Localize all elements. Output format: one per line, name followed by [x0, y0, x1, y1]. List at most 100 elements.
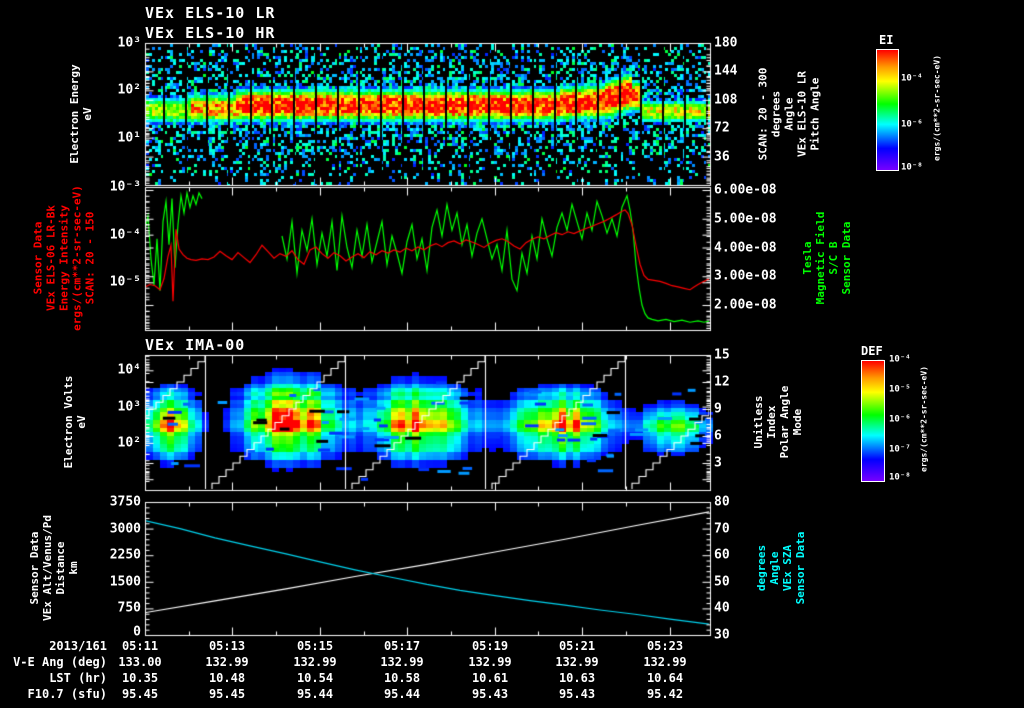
colorbar-units-text: ergs/(cm**2-sr-sec-eV): [919, 366, 929, 472]
rotated-axis-label-line: S/C B: [827, 241, 840, 275]
panel3-title: VEx IMA-00: [145, 336, 246, 354]
time-tick-label: 05:23: [646, 639, 684, 653]
table-cell: 95.44: [383, 687, 421, 701]
rotated-axis-label-line: Angle: [782, 97, 796, 131]
rotated-axis-label-line: Electron Volts: [62, 375, 75, 469]
table-cell: 10.64: [646, 671, 684, 685]
table-row-label: F10.7 (sfu): [27, 687, 107, 701]
table-cell: 132.99: [555, 655, 599, 669]
time-tick-label: 05:13: [208, 639, 246, 653]
table-cell: 10.63: [558, 671, 596, 685]
rotated-axis-label-line: Distance: [54, 541, 67, 595]
ei-colorbar: [876, 49, 899, 171]
y-tick-label: 30: [714, 627, 730, 643]
rotated-axis-label-line: Electron Energy: [68, 64, 81, 164]
rotated-axis-label-line: ergs/(cm**2-sr-sec-eV): [70, 185, 84, 331]
rotated-axis-label-line: Sensor Data: [28, 531, 41, 605]
def-colorbar: [861, 360, 885, 482]
rotated-axis-label: Sensor Data VEx Alt/Venus/Pd Distance km: [28, 515, 80, 621]
y-tick-label: 108: [714, 92, 738, 108]
rotated-axis-label: Sensor Data VEx ELS-06 LR-Bk Energy Intens…: [32, 185, 97, 331]
rotated-axis-label-line: degrees: [769, 90, 783, 138]
y-tick-label: 3000: [109, 521, 141, 537]
colorbar-units-label: ergs/(cm**2-sr-sec-eV): [920, 366, 929, 472]
rotated-axis-label: Electron Volts eV: [62, 376, 88, 469]
colorbar-tick-label: 10⁻⁶: [901, 119, 923, 130]
y-tick-label: 10⁻³: [109, 179, 141, 195]
rotated-axis-label-line: VEx ELS-06 LR-Bk: [44, 205, 58, 311]
y-tick-label: 60: [714, 547, 730, 563]
table-cell: 10.48: [208, 671, 246, 685]
rotated-axis-label-line: Angle: [768, 551, 781, 585]
y-tick-label: 6: [714, 428, 722, 444]
rotated-axis-label-line: eV: [75, 415, 88, 429]
colorbar-tick-label: 10⁻⁴: [889, 354, 911, 365]
colorbar-tick-label: 10⁻⁶: [889, 414, 911, 425]
rotated-axis-label-line: Sensor Data: [794, 531, 807, 605]
table-cell: 95.44: [296, 687, 334, 701]
table-cell: 95.43: [471, 687, 509, 701]
table-cell: 10.35: [121, 671, 159, 685]
table-cell: 132.99: [293, 655, 337, 669]
y-tick-label: 10²: [117, 82, 141, 98]
table-row-label: LST (hr): [49, 671, 107, 685]
y-tick-label: 10³: [117, 35, 141, 51]
ei-colorbar-title: EI: [879, 33, 894, 47]
rotated-axis-label-line: Index: [765, 405, 778, 439]
panel1-title-line1: VEx ELS-10 LR: [145, 4, 276, 22]
y-tick-label: 0: [133, 624, 141, 640]
rotated-axis-label-line: VEx ELS-10 LR: [795, 70, 809, 158]
colorbar-tick-label: 10⁻⁸: [889, 472, 911, 483]
table-cell: 95.42: [646, 687, 684, 701]
table-date-label: 2013/161: [49, 639, 107, 653]
time-tick-label: 05:21: [558, 639, 596, 653]
rotated-axis-label-line: km: [67, 561, 80, 575]
rotated-axis-label-line: Polar Angle: [778, 385, 791, 459]
time-tick-label: 05:17: [383, 639, 421, 653]
rotated-axis-label: Electron Energy eV: [68, 64, 94, 163]
time-tick-label: 05:11: [121, 639, 159, 653]
rotated-axis-label-line: VEx SZA: [781, 544, 794, 592]
y-tick-label: 80: [714, 494, 730, 510]
y-tick-label: 5.00e-08: [714, 211, 777, 227]
colorbar-units-text: ergs/(cm**2-sr-sec-eV): [932, 55, 942, 161]
colorbar-tick-label: 10⁻⁵: [889, 384, 911, 395]
y-tick-label: 3: [714, 455, 722, 471]
y-tick-label: 10⁻⁴: [109, 227, 141, 243]
y-tick-label: 144: [714, 63, 738, 79]
rotated-axis-label-line: degrees: [755, 544, 768, 592]
time-tick-label: 05:15: [296, 639, 334, 653]
y-tick-label: 1500: [109, 574, 141, 590]
table-cell: 10.61: [471, 671, 509, 685]
colorbar-tick-label: 10⁻⁸: [901, 162, 923, 173]
y-tick-label: 180: [714, 35, 738, 51]
rotated-axis-label-line: VEx Alt/Venus/Pd: [41, 515, 54, 621]
table-row-label: V-E Ang (deg): [13, 655, 107, 669]
y-tick-label: 750: [117, 600, 141, 616]
rotated-axis-label-line: Pitch Angle: [808, 77, 822, 151]
table-cell: 133.00: [118, 655, 162, 669]
time-tick-label: 05:19: [471, 639, 509, 653]
y-tick-label: 50: [714, 574, 730, 590]
colorbar-tick-label: 10⁻⁷: [889, 444, 911, 455]
table-cell: 95.45: [208, 687, 246, 701]
table-cell: 95.43: [558, 687, 596, 701]
y-tick-label: 72: [714, 120, 730, 136]
y-tick-label: 70: [714, 521, 730, 537]
y-tick-label: 9: [714, 401, 722, 417]
table-cell: 132.99: [380, 655, 424, 669]
rotated-axis-label: Tesla Magnetic Field S/C B Sensor Data: [801, 212, 853, 305]
rotated-axis-label: degrees Angle VEx SZA Sensor Data: [755, 532, 807, 605]
rotated-axis-label-line: Energy Intensity: [57, 205, 71, 311]
y-tick-label: 10²: [117, 435, 141, 451]
vex-orbit-plot-figure: VEx ELS-10 LR VEx ELS-10 HR VEx IMA-00 1…: [0, 0, 1024, 708]
rotated-axis-label: SCAN: 20 - 300 degrees Angle VEx ELS-10 LR P…: [757, 68, 822, 161]
y-tick-label: 36: [714, 149, 730, 165]
table-cell: 95.45: [121, 687, 159, 701]
colorbar-tick-label: 10⁻⁴: [901, 73, 923, 84]
rotated-axis-label-line: Magnetic Field: [814, 211, 827, 305]
y-tick-label: 12: [714, 374, 730, 390]
panel1-title-line2: VEx ELS-10 HR: [145, 24, 276, 42]
rotated-axis-label-line: Tesla: [801, 241, 814, 275]
table-cell: 10.58: [383, 671, 421, 685]
